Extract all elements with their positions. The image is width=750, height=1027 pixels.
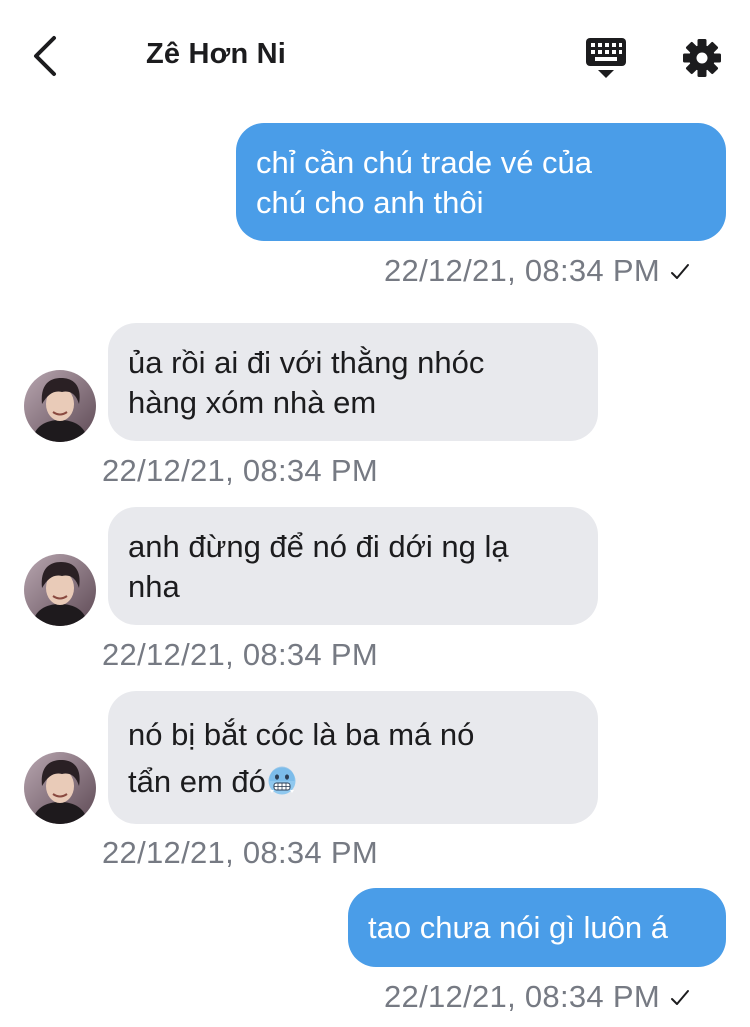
chevron-left-icon [34,36,56,76]
settings-button[interactable] [680,36,724,80]
keyboard-button[interactable] [584,36,628,80]
gear-icon [683,39,721,77]
timestamp-text: 22/12/21, 08:34 PM [384,979,660,1014]
message-line: ủa rồi ai đi với thằng nhóc [128,345,485,380]
message-line: nha [128,569,180,604]
message-bubble-incoming[interactable]: anh đừng để nó đi dới ng lạ nha [108,507,598,625]
chat-header: Zê Hơn Ni [0,0,750,110]
message-line: hàng xóm nhà em [128,385,377,420]
message-bubble-outgoing[interactable]: chỉ cần chú trade vé của chú cho anh thô… [236,123,726,241]
message-timestamp: 22/12/21, 08:34 PM [102,637,378,672]
timestamp-text: 22/12/21, 08:34 PM [384,253,660,288]
cold-face-emoji-icon [268,766,296,795]
message-line: tao chưa nói gì luôn á [368,910,668,945]
message-line: tẩn em đó [128,758,576,805]
message-line: nó bị bắt cóc là ba má nó [128,717,475,752]
checkmark-icon [670,264,689,279]
contact-avatar[interactable] [24,370,96,442]
keyboard-icon [586,38,626,78]
message-timestamp: 22/12/21, 08:34 PM [102,453,378,488]
message-timestamp: 22/12/21, 08:34 PM [384,253,690,289]
back-button[interactable] [28,34,68,78]
contact-avatar[interactable] [24,752,96,824]
contact-avatar[interactable] [24,554,96,626]
message-bubble-outgoing[interactable]: tao chưa nói gì luôn á [348,888,726,967]
contact-name: Zê Hơn Ni [146,38,287,70]
checkmark-icon [670,990,689,1005]
message-line-text: tẩn em đó [128,764,266,799]
message-line: chỉ cần chú trade vé của [256,145,593,180]
message-line: chú cho anh thôi [256,185,484,220]
message-bubble-incoming[interactable]: ủa rồi ai đi với thằng nhóc hàng xóm nhà… [108,323,598,441]
message-line: anh đừng để nó đi dới ng lạ [128,529,509,564]
message-timestamp: 22/12/21, 08:34 PM [384,979,690,1015]
message-bubble-incoming[interactable]: nó bị bắt cóc là ba má nó tẩn em đó [108,691,598,824]
message-timestamp: 22/12/21, 08:34 PM [102,835,378,870]
